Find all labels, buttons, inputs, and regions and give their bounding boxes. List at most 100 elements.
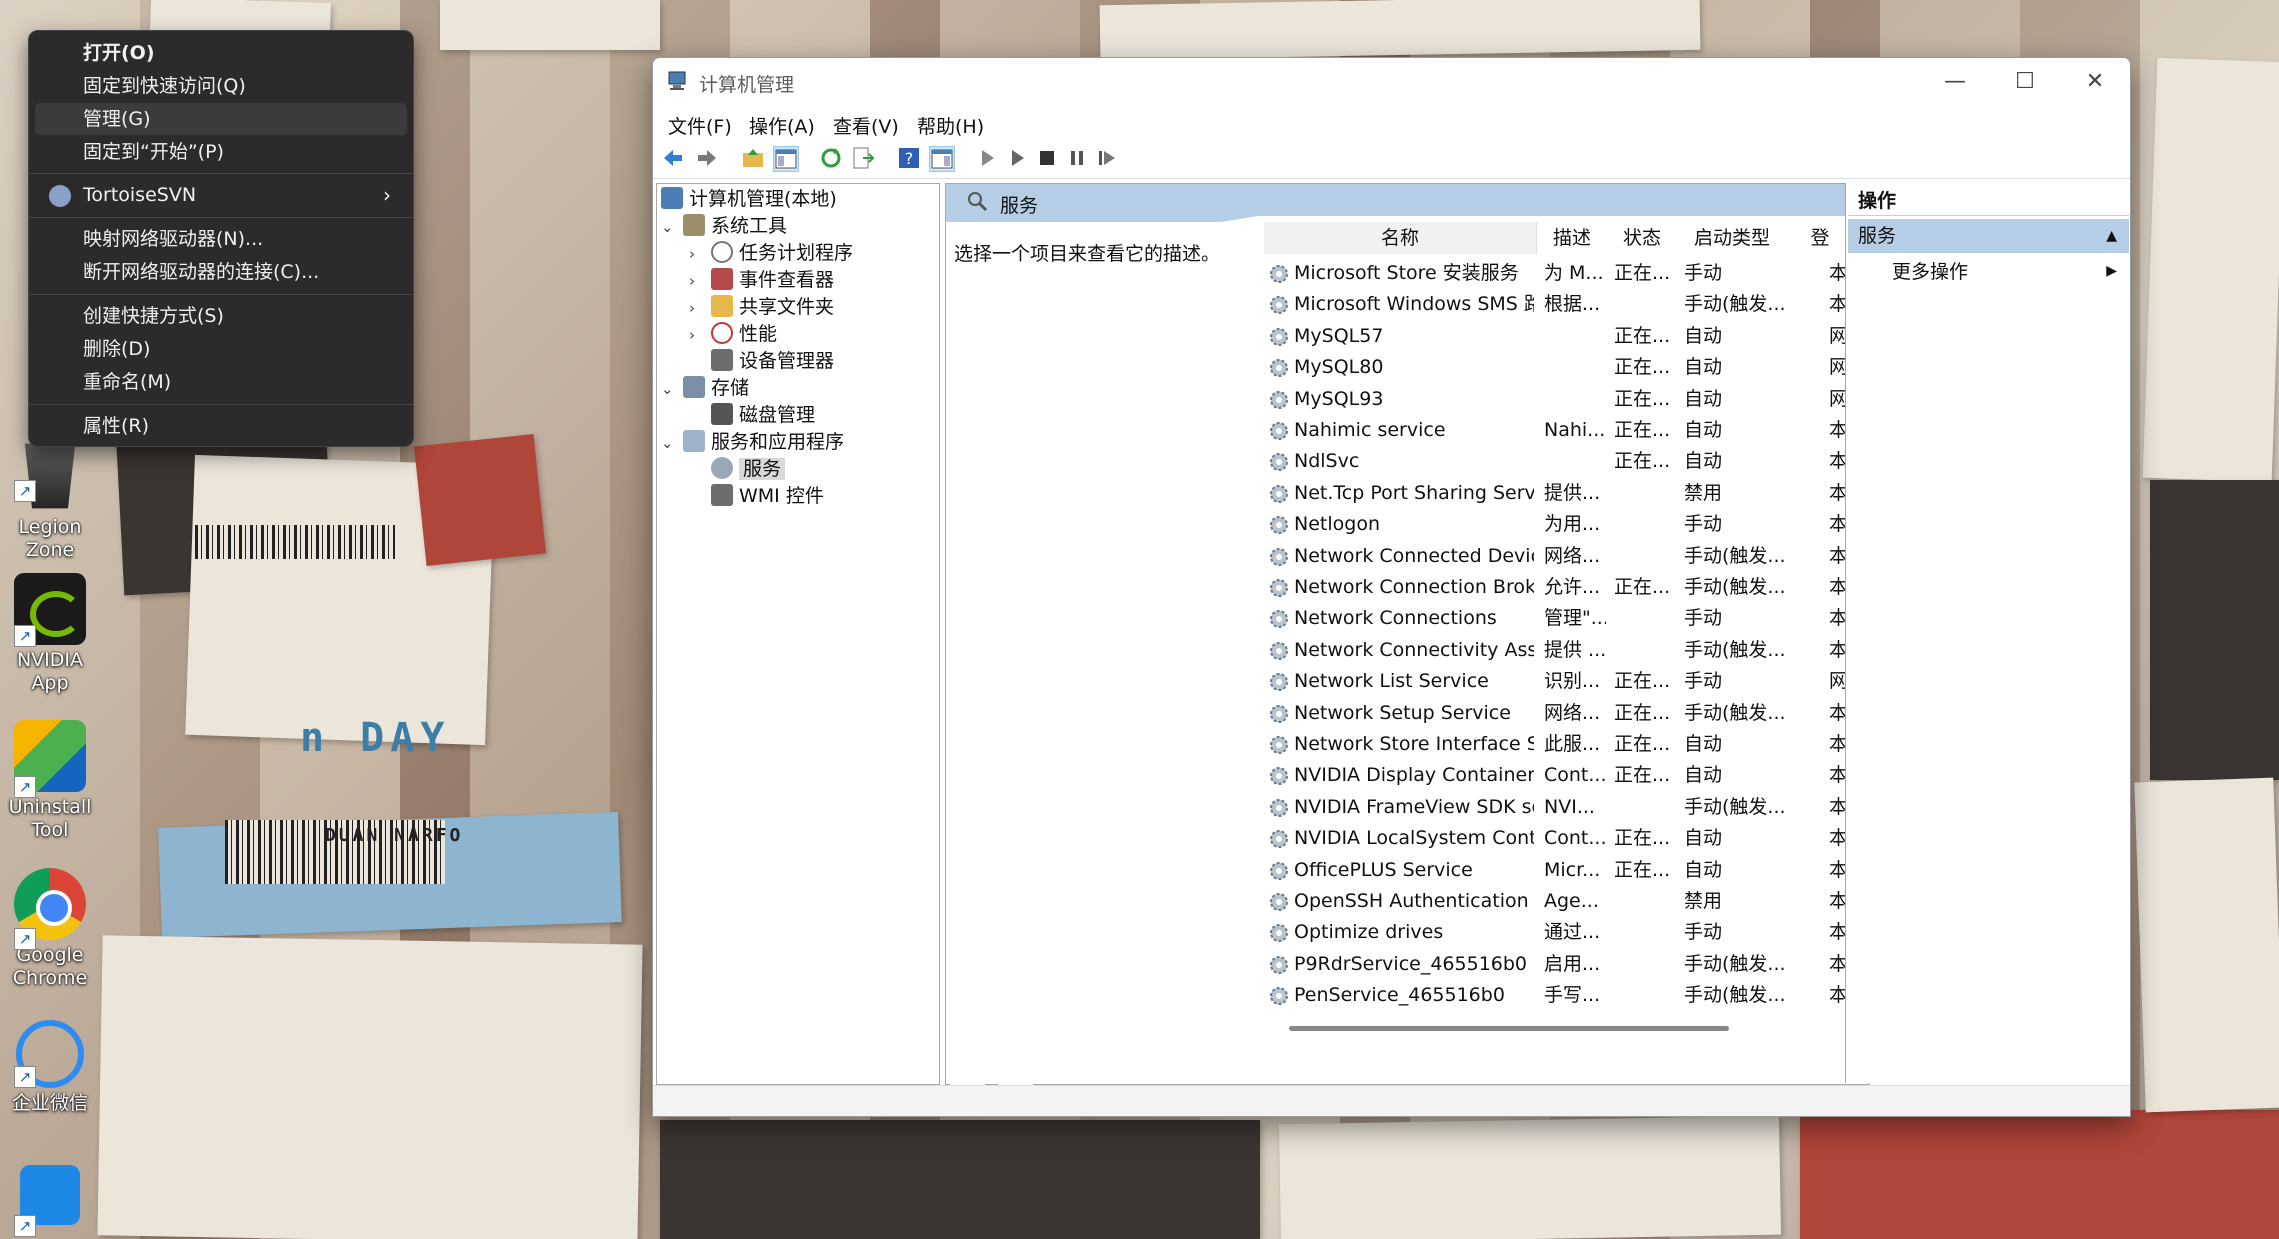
chevron-right-icon[interactable]: › xyxy=(689,295,711,322)
tree-item-disk-management[interactable]: 磁盘管理 xyxy=(711,402,815,429)
export-list-icon[interactable] xyxy=(851,146,875,170)
menu-item-open[interactable]: 打开(O) xyxy=(35,37,407,69)
tree-item-wmi-control[interactable]: WMI 控件 xyxy=(711,483,824,510)
desktop-icon-wecom[interactable]: ↗ 企业微信 xyxy=(0,1020,100,1115)
pause-service-icon[interactable] xyxy=(1065,146,1089,170)
chevron-right-icon[interactable]: › xyxy=(689,268,711,295)
minimize-button[interactable]: — xyxy=(1920,58,1990,106)
show-hide-tree-icon[interactable] xyxy=(773,146,799,172)
chevron-down-icon[interactable]: ⌄ xyxy=(661,430,683,457)
menu-item-pin-start[interactable]: 固定到“开始”(P) xyxy=(35,136,407,168)
more-actions-item[interactable]: 更多操作 xyxy=(1892,257,1968,287)
tree-item-performance[interactable]: › 性能 xyxy=(689,321,777,348)
table-row[interactable]: Network Store Interface Se... 此服... 正在... 自… xyxy=(1264,729,1854,760)
table-row[interactable]: Network Connected Devic... 网络... 手动(触发... 本 xyxy=(1264,541,1854,572)
column-header-description[interactable]: 描述 xyxy=(1537,222,1607,254)
back-arrow-icon[interactable] xyxy=(661,146,685,170)
table-row[interactable]: Network Setup Service 网络... 正在... 手动(触发... 本 xyxy=(1264,698,1854,729)
menu-item-pin-quick-access[interactable]: 固定到快速访问(Q) xyxy=(35,70,407,102)
table-row[interactable]: Microsoft Store 安装服务为 M... 正在... 手动本 xyxy=(1264,258,1854,289)
service-startup-type: 手动(触发... xyxy=(1684,544,1784,567)
table-row[interactable]: Net.Tcp Port Sharing Service提供...禁用本 xyxy=(1264,478,1854,509)
actions-section-services[interactable]: 服务 ▲ xyxy=(1848,219,2129,253)
maximize-button[interactable]: ☐ xyxy=(1990,58,2060,106)
gear-icon xyxy=(711,457,733,479)
chevron-down-icon[interactable]: ⌄ xyxy=(661,376,683,403)
table-row[interactable]: MySQL80 正在... 自动网 xyxy=(1264,352,1854,383)
chevron-down-icon[interactable]: ⌄ xyxy=(661,214,683,241)
restart-service-icon[interactable] xyxy=(1095,146,1119,170)
desktop-icon-uninstall-tool[interactable]: ↗ Uninstall Tool xyxy=(0,720,100,842)
menu-item-rename[interactable]: 重命名(M) xyxy=(35,366,407,398)
table-row[interactable]: OfficePLUS Service Micr... 正在... 自动本 xyxy=(1264,855,1854,886)
tree-item-shared-folders[interactable]: › 共享文件夹 xyxy=(689,294,834,321)
tree-item-services-and-applications[interactable]: ⌄ 服务和应用程序 xyxy=(661,429,844,456)
refresh-icon[interactable] xyxy=(819,146,843,170)
desktop-icon-nvidia-app[interactable]: ↗ NVIDIA App xyxy=(0,573,100,695)
table-row[interactable]: Network Connection Broker 允许... 正在... 手动(触发… xyxy=(1264,572,1854,603)
menu-action[interactable]: 操作(A) xyxy=(749,112,815,139)
tree-item-task-scheduler[interactable]: › 任务计划程序 xyxy=(689,240,853,267)
scrollbar-thumb[interactable] xyxy=(1289,1026,1729,1031)
menu-file[interactable]: 文件(F) xyxy=(668,112,732,139)
horizontal-scrollbar[interactable] xyxy=(1264,1022,1854,1034)
menu-item-tortoisesvn[interactable]: TortoiseSVN › xyxy=(35,179,407,211)
close-button[interactable]: ✕ xyxy=(2060,58,2130,106)
column-header-name[interactable]: 名称 xyxy=(1264,222,1537,254)
menu-item-manage[interactable]: 管理(G) xyxy=(35,103,407,135)
submenu-arrow-icon[interactable]: ▶ xyxy=(2106,263,2117,279)
table-row[interactable]: P9RdrService_465516b0 启用... 手动(触发... 本 xyxy=(1264,949,1854,980)
toolbar: ? xyxy=(653,140,2130,179)
table-row[interactable]: Netlogon 为用... 手动本 xyxy=(1264,509,1854,540)
table-row[interactable]: Optimize drives 通过... 手动本 xyxy=(1264,917,1854,948)
table-row[interactable]: NVIDIA Display Container LS Cont... 正在... 自… xyxy=(1264,760,1854,791)
desktop-icon-legion-zone[interactable]: ↗ Legion Zone xyxy=(0,440,100,562)
forward-arrow-icon[interactable] xyxy=(695,146,719,170)
table-row[interactable]: Microsoft Windows SMS 路...根据...手动(触发...本 xyxy=(1264,289,1854,320)
stop-service-icon[interactable] xyxy=(1035,146,1059,170)
shared-folder-icon xyxy=(711,295,733,317)
menu-view[interactable]: 查看(V) xyxy=(833,112,899,139)
tree-item-system-tools[interactable]: ⌄ 系统工具 xyxy=(661,213,787,240)
collapse-up-icon[interactable]: ▲ xyxy=(2106,219,2117,253)
table-row[interactable]: Nahimic service Nahi... 正在... 自动本 xyxy=(1264,415,1854,446)
table-row[interactable]: PenService_465516b0 手写... 手动(触发... 本 xyxy=(1264,980,1854,1011)
column-header-logon[interactable]: 登 xyxy=(1787,222,1853,254)
menu-item-disconnect-drive[interactable]: 断开网络驱动器的连接(C)... xyxy=(35,256,407,288)
tree-item-services[interactable]: 服务 xyxy=(711,456,786,483)
menu-item-map-drive[interactable]: 映射网络驱动器(N)... xyxy=(35,223,407,255)
table-row[interactable]: MySQL93 正在... 自动网 xyxy=(1264,384,1854,415)
title-bar[interactable]: 计算机管理 — ☐ ✕ xyxy=(653,58,2130,106)
start-service-icon[interactable] xyxy=(975,146,999,170)
up-folder-icon[interactable] xyxy=(741,146,765,170)
wallpaper-barcode xyxy=(195,525,395,559)
services-pane: 服务 选择一个项目来查看它的描述。 名称 描述 状态 启动类型 登 Micros… xyxy=(945,183,1870,1085)
show-hide-action-pane-icon[interactable] xyxy=(929,146,955,172)
column-header-status[interactable]: 状态 xyxy=(1607,222,1677,254)
desktop-icon-google-chrome[interactable]: ↗ Google Chrome xyxy=(0,868,100,990)
menu-help[interactable]: 帮助(H) xyxy=(917,112,984,139)
desktop-icon-app[interactable]: ↗ xyxy=(0,1165,100,1237)
tree-item-computer-management[interactable]: 计算机管理(本地) xyxy=(661,186,837,213)
table-row[interactable]: MySQL57 正在... 自动网 xyxy=(1264,321,1854,352)
menu-item-delete[interactable]: 删除(D) xyxy=(35,333,407,365)
chevron-right-icon[interactable]: › xyxy=(689,241,711,268)
table-row[interactable]: OpenSSH Authentication ... Age... 禁用本 xyxy=(1264,886,1854,917)
table-row[interactable]: Network Connections 管理"... 手动本 xyxy=(1264,603,1854,634)
table-row[interactable]: NVIDIA LocalSystem Conta... Cont... 正在... 自… xyxy=(1264,823,1854,854)
table-row[interactable]: Network List Service 识别... 正在... 手动网 xyxy=(1264,666,1854,697)
menu-item-create-shortcut[interactable]: 创建快捷方式(S) xyxy=(35,300,407,332)
column-header-startup-type[interactable]: 启动类型 xyxy=(1677,222,1787,254)
help-icon[interactable]: ? xyxy=(897,146,921,170)
service-gear-icon xyxy=(1270,641,1288,660)
start-service-alt-icon[interactable] xyxy=(1005,146,1029,170)
tree-item-event-viewer[interactable]: › 事件查看器 xyxy=(689,267,834,294)
tree-item-device-manager[interactable]: 设备管理器 xyxy=(711,348,834,375)
chevron-right-icon[interactable]: › xyxy=(689,322,711,349)
tree-item-storage[interactable]: ⌄ 存储 xyxy=(661,375,749,402)
table-row[interactable]: NdlSvc 正在... 自动本 xyxy=(1264,446,1854,477)
table-row[interactable]: Network Connectivity Assis... 提供 ... 手动(触发… xyxy=(1264,635,1854,666)
menu-item-properties[interactable]: 属性(R) xyxy=(35,410,407,442)
table-row[interactable]: NVIDIA FrameView SDK se... NVI... 手动(触发...… xyxy=(1264,792,1854,823)
service-name: Microsoft Store 安装服务 xyxy=(1294,262,1519,284)
